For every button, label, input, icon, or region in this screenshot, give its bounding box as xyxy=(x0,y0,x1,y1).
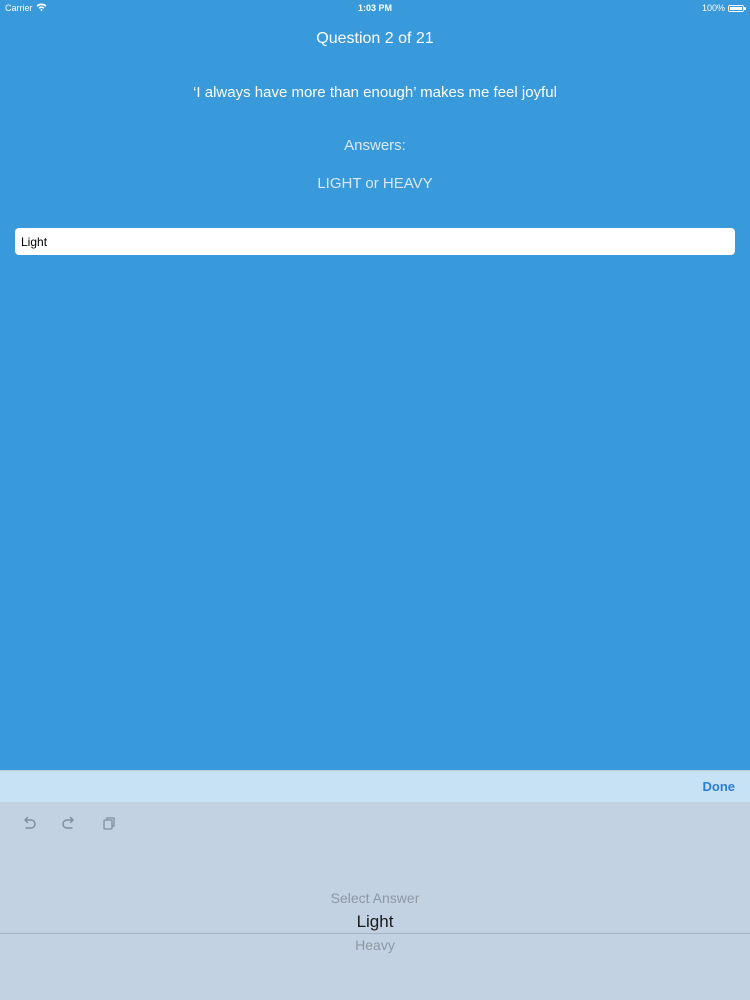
redo-icon[interactable] xyxy=(60,814,78,832)
question-counter: Question 2 of 21 xyxy=(316,30,434,47)
question-text: ‘I always have more than enough’ makes m… xyxy=(193,84,557,101)
status-bar: Carrier 1:03 PM 100% xyxy=(0,0,750,16)
paste-icon[interactable] xyxy=(100,814,118,832)
picker-option-select[interactable]: Select Answer xyxy=(0,890,750,906)
keyboard-accessory-bar: Done xyxy=(0,770,750,802)
picker-option-heavy[interactable]: Heavy xyxy=(0,937,750,953)
battery-icon xyxy=(728,4,746,12)
answers-heading: Answers: xyxy=(344,137,406,154)
done-button[interactable]: Done xyxy=(703,779,736,794)
status-time: 1:03 PM xyxy=(357,3,392,13)
edit-toolbar xyxy=(20,814,118,832)
picker-panel: Select Answer Light Heavy xyxy=(0,802,750,1000)
undo-icon[interactable] xyxy=(20,814,38,832)
battery-percent: 100% xyxy=(701,3,725,13)
picker-selection-divider xyxy=(0,933,750,934)
picker-option-light[interactable]: Light xyxy=(0,912,750,932)
status-battery: 100% xyxy=(701,3,746,13)
answers-options: LIGHT or HEAVY xyxy=(317,175,433,192)
answer-input[interactable] xyxy=(15,228,735,255)
